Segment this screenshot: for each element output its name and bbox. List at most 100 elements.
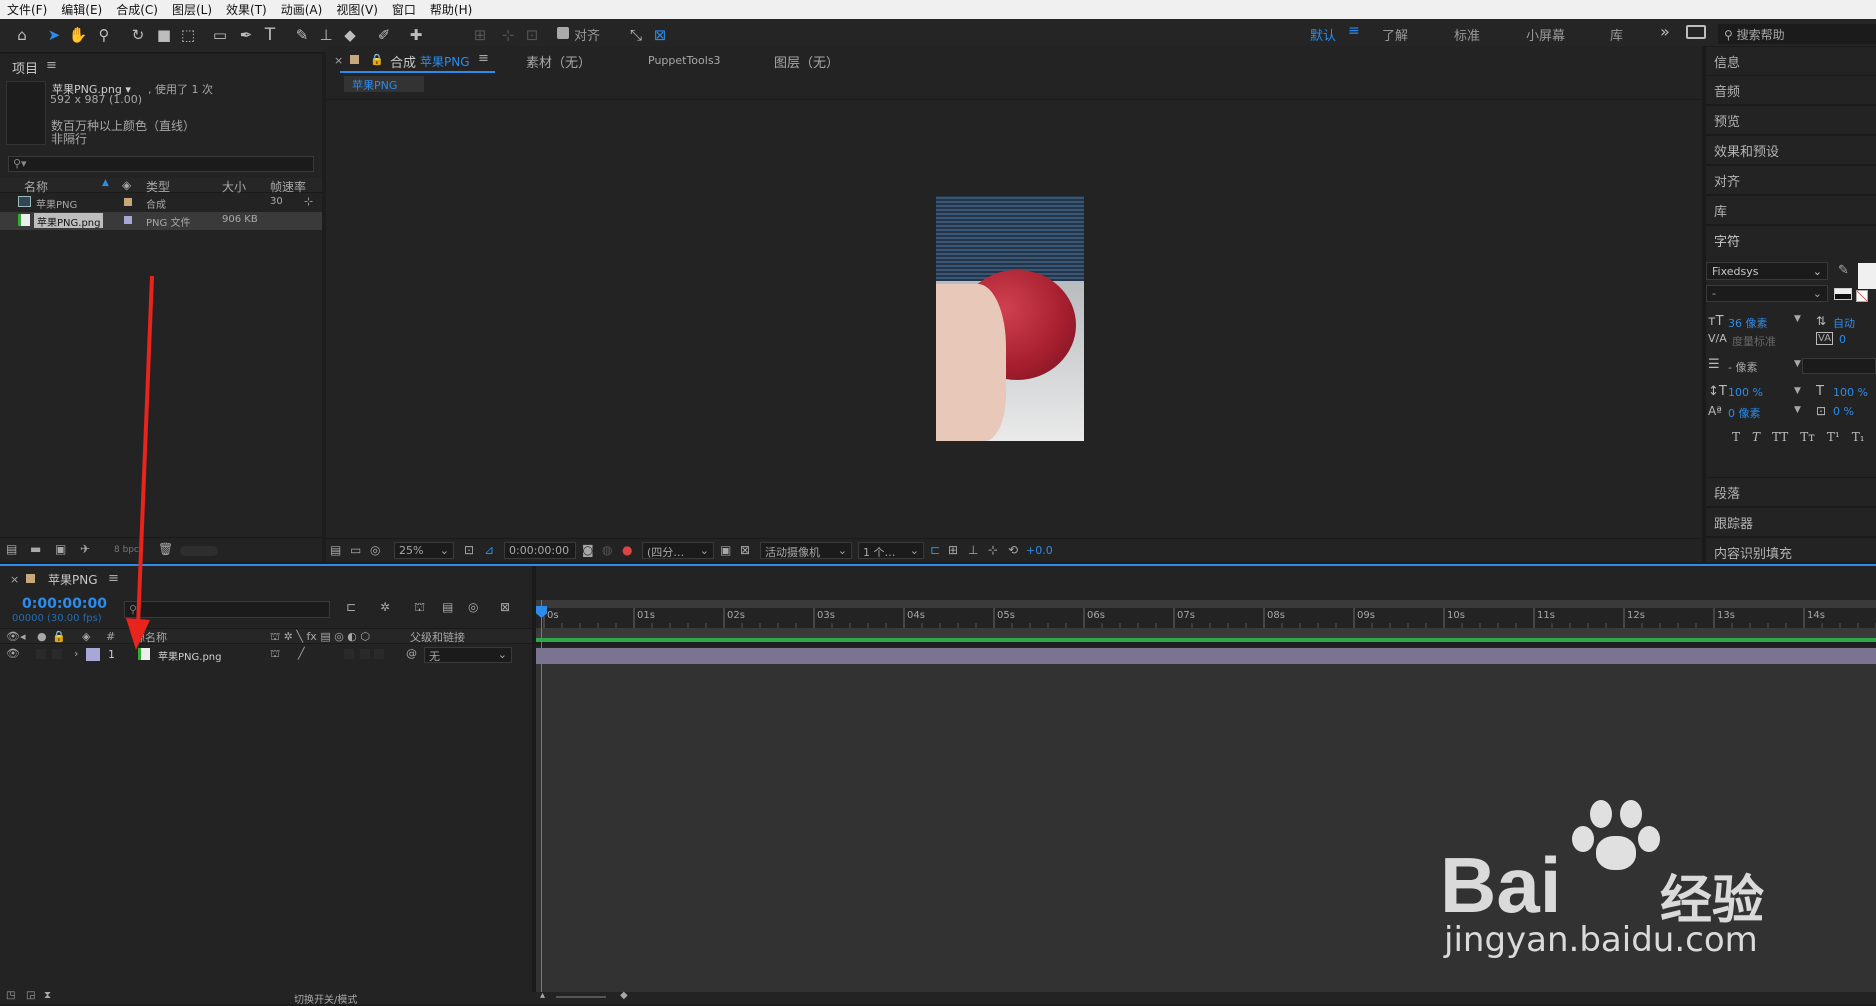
menu-layer[interactable]: 图层(L) <box>165 1 219 18</box>
tab-composition-name[interactable]: 苹果PNG <box>420 53 470 70</box>
puppet-pin-tool-icon[interactable]: ✚ <box>406 25 426 45</box>
home-icon[interactable]: ⌂ <box>12 25 32 45</box>
render-time-icon[interactable]: ⧗ <box>44 990 51 1001</box>
fill-color-swatch[interactable] <box>1858 263 1876 289</box>
baseline-shift-value[interactable]: 0 像素 <box>1728 405 1761 421</box>
mask-visibility-icon[interactable]: ◎ <box>370 543 380 557</box>
leading-value[interactable]: 自动 <box>1833 315 1855 331</box>
panel-tracker[interactable]: 跟踪器 <box>1706 507 1876 536</box>
project-item-png[interactable]: 苹果PNG.png PNG 文件 906 KB <box>0 212 322 230</box>
panel-menu-icon[interactable]: ≡ <box>478 51 489 66</box>
panel-align[interactable]: 对齐 <box>1706 165 1876 194</box>
flowchart-icon[interactable]: ⊹ <box>304 195 313 208</box>
pick-whip-icon[interactable]: @ <box>406 647 417 660</box>
subscript-button[interactable]: T₁ <box>1852 430 1865 444</box>
label-color-swatch[interactable] <box>124 198 132 206</box>
character-panel-title[interactable]: 字符 <box>1714 231 1740 250</box>
workspace-small-screen[interactable]: 小屏幕 <box>1526 25 1565 44</box>
timeline-icon[interactable]: ⊥ <box>968 543 978 557</box>
pen-tool-icon[interactable]: ✒ <box>236 25 256 45</box>
tracking-value[interactable]: 0 <box>1839 333 1846 346</box>
fast-previews-icon[interactable]: ⊞ <box>948 543 958 557</box>
new-folder-icon[interactable]: ▬ <box>30 542 41 556</box>
timeline-tab[interactable]: 苹果PNG <box>48 571 98 588</box>
layer-switches-icon[interactable]: ◳ <box>6 990 15 1001</box>
comp-breadcrumb[interactable]: 苹果PNG <box>344 76 424 92</box>
roto-brush-tool-icon[interactable]: ✐ <box>374 25 394 45</box>
motion-blur-icon[interactable]: ◎ <box>468 600 478 614</box>
clone-stamp-tool-icon[interactable]: ⊥ <box>316 25 336 45</box>
show-snapshot-icon[interactable]: ◍ <box>602 543 612 557</box>
snap-checkbox[interactable] <box>557 27 569 39</box>
dropdown-arrow-icon[interactable]: ▼ <box>1794 314 1801 324</box>
time-ruler[interactable]: 0s 01s 02s 03s 04s 05s 06s 07s 08s 09s 10s 11s 12s 13… <box>536 608 1876 628</box>
eyedropper-icon[interactable]: ✎ <box>1838 263 1849 278</box>
panel-info[interactable]: 信息 <box>1706 46 1876 75</box>
graph-editor-icon[interactable]: ⊠ <box>500 600 510 614</box>
shy-layers-icon[interactable]: ⛫ <box>414 600 425 616</box>
transparency-grid-icon[interactable]: ⊠ <box>740 543 750 557</box>
font-size-value[interactable]: 36 像素 <box>1728 315 1768 331</box>
col-fps[interactable]: 帧速率 <box>270 178 306 195</box>
eye-column-icon[interactable]: 👁 <box>6 630 20 643</box>
color-channels-icon[interactable]: ● <box>622 543 632 557</box>
swap-colors-icon[interactable] <box>1834 288 1852 300</box>
layer-duration-bar[interactable] <box>536 648 1876 664</box>
layer-search-input[interactable]: ⚲ <box>124 601 330 618</box>
project-search-input[interactable]: ⚲▾ <box>8 156 314 172</box>
workspace-overflow-icon[interactable]: » <box>1660 22 1670 41</box>
brush-tool-icon[interactable]: ✎ <box>292 25 312 45</box>
snap-feather-icon[interactable]: ⤡ <box>626 25 646 45</box>
font-family-dropdown[interactable]: Fixedsys ⌄ <box>1706 262 1828 280</box>
type-tool-icon[interactable]: T <box>260 25 280 45</box>
layer-row[interactable]: 👁 › 1 苹果PNG.png ⛫ ╱ @ 无 ⌄ <box>0 646 532 664</box>
always-preview-icon[interactable]: ▤ <box>330 543 341 557</box>
shy-switch-icon[interactable]: ⛫ <box>270 647 280 662</box>
stroke-type-dropdown[interactable] <box>1802 358 1876 374</box>
expand-chevron-icon[interactable]: › <box>74 647 78 660</box>
hand-tool-icon[interactable]: ✋ <box>68 25 88 45</box>
solo-column-icon[interactable]: ● <box>37 630 47 643</box>
label-column-icon[interactable]: ◈ <box>122 178 131 192</box>
toggle-switches-modes[interactable]: 切换开关/模式 <box>294 991 357 1006</box>
panel-content-aware-fill[interactable]: 内容识别填充 <box>1706 537 1876 562</box>
solo-toggle[interactable] <box>36 649 46 659</box>
faux-italic-button[interactable]: T <box>1752 430 1760 444</box>
new-composition-icon[interactable]: ▣ <box>55 542 66 556</box>
workspace-menu-icon[interactable]: ≡ <box>1348 23 1360 39</box>
parent-link-column[interactable]: 父级和链接 <box>410 629 465 645</box>
panel-menu-icon[interactable]: ≡ <box>108 571 119 586</box>
kerning-value[interactable]: 度量标准 <box>1732 333 1776 349</box>
bit-depth-button[interactable]: 8 bpc <box>114 545 139 555</box>
menu-view[interactable]: 视图(V) <box>329 1 385 18</box>
dropdown-arrow-icon[interactable]: ▼ <box>1794 359 1801 369</box>
tab-composition[interactable]: 合成 <box>390 52 416 71</box>
flowchart-icon[interactable]: ⊹ <box>988 543 998 557</box>
layer-label-swatch[interactable] <box>86 648 100 661</box>
col-name[interactable]: 名称 <box>24 178 48 195</box>
audio-column-icon[interactable]: ◂ <box>20 630 26 643</box>
zoom-out-icon[interactable]: ▴ <box>540 990 545 1001</box>
work-area-bar[interactable] <box>536 600 1876 608</box>
menu-composition[interactable]: 合成(C) <box>109 1 165 18</box>
dropdown-arrow-icon[interactable]: ▼ <box>1794 386 1801 396</box>
selection-tool-icon[interactable]: ➤ <box>44 25 64 45</box>
small-caps-button[interactable]: Tт <box>1800 430 1815 444</box>
tab-layer[interactable]: 图层（无） <box>774 52 839 71</box>
visibility-eye-icon[interactable]: 👁 <box>6 647 20 660</box>
timecode-field[interactable]: 0:00:00:00 <box>504 542 576 559</box>
reset-exposure-icon[interactable]: ⟲ <box>1008 543 1018 557</box>
panel-libraries[interactable]: 库 <box>1706 195 1876 224</box>
project-panel-title[interactable]: 项目 <box>12 58 38 77</box>
close-tab-icon[interactable]: × <box>10 573 19 586</box>
label-color-swatch[interactable] <box>124 216 132 224</box>
horizontal-scale-value[interactable]: 100 % <box>1833 386 1868 399</box>
font-style-dropdown[interactable]: - ⌄ <box>1706 285 1828 302</box>
all-caps-button[interactable]: TT <box>1772 430 1788 444</box>
menu-help[interactable]: 帮助(H) <box>423 1 479 18</box>
rotate-tool-icon[interactable]: ↻ <box>128 25 148 45</box>
zoom-tool-icon[interactable]: ⚲ <box>94 25 114 45</box>
col-type[interactable]: 类型 <box>146 178 170 195</box>
views-dropdown[interactable]: 1 个… ⌄ <box>858 542 924 559</box>
menu-effect[interactable]: 效果(T) <box>219 1 274 18</box>
